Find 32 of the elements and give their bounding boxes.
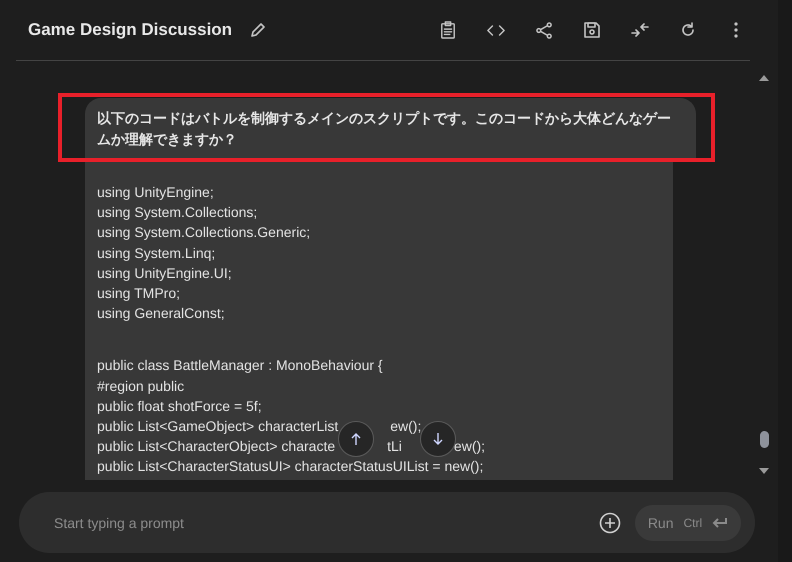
code-line: public List<CharacterStatusUI> characterStatusUIList = new(); bbox=[97, 457, 484, 476]
code-line: using System.Linq; bbox=[97, 244, 216, 263]
clipboard-icon[interactable] bbox=[438, 20, 458, 40]
arrow-up-icon bbox=[351, 433, 361, 445]
code-line: using UnityEngine.UI; bbox=[97, 264, 232, 283]
code-line: public float shotForce = 5f; bbox=[97, 396, 262, 416]
run-button[interactable]: Run Ctrl bbox=[635, 504, 741, 540]
enter-key-icon bbox=[712, 516, 728, 528]
chat-title: Game Design Discussion bbox=[28, 20, 232, 40]
share-icon[interactable] bbox=[534, 20, 554, 40]
code-line: public class BattleManager : MonoBehaviour { bbox=[97, 356, 383, 376]
scrollbar-thumb[interactable] bbox=[760, 431, 768, 448]
scroll-up-icon[interactable] bbox=[759, 75, 769, 81]
code-line: tLi bbox=[387, 437, 402, 456]
add-icon[interactable] bbox=[599, 512, 621, 534]
save-icon[interactable] bbox=[582, 20, 602, 40]
code-line: using TMPro; bbox=[97, 284, 180, 304]
prompt-field[interactable]: Start typing a prompt Run Ctrl bbox=[19, 492, 755, 553]
code-line: #region public bbox=[97, 376, 184, 396]
scroll-down-icon[interactable] bbox=[759, 468, 769, 474]
code-line: ew(); bbox=[390, 417, 422, 436]
code-line: ew(); bbox=[454, 437, 486, 456]
code-line: using System.Collections; bbox=[97, 203, 258, 222]
question-text: 以下のコードはバトルを制御するメインのスクリプトです。このコードから大体どんなゲームか理解できますか？ bbox=[85, 98, 696, 158]
code-line: public List<GameObject> characterList bbox=[97, 417, 338, 436]
code-line: public List<CharacterObject> characte bbox=[97, 437, 336, 456]
code-line: using System.Collections.Generic; bbox=[97, 223, 310, 242]
code-line: using UnityEngine; bbox=[97, 183, 214, 202]
compress-arrows-icon[interactable] bbox=[630, 20, 650, 40]
shortcut-label: Ctrl bbox=[684, 516, 702, 530]
arrow-down-icon bbox=[433, 433, 443, 445]
code-line: using GeneralConst; bbox=[97, 304, 225, 324]
